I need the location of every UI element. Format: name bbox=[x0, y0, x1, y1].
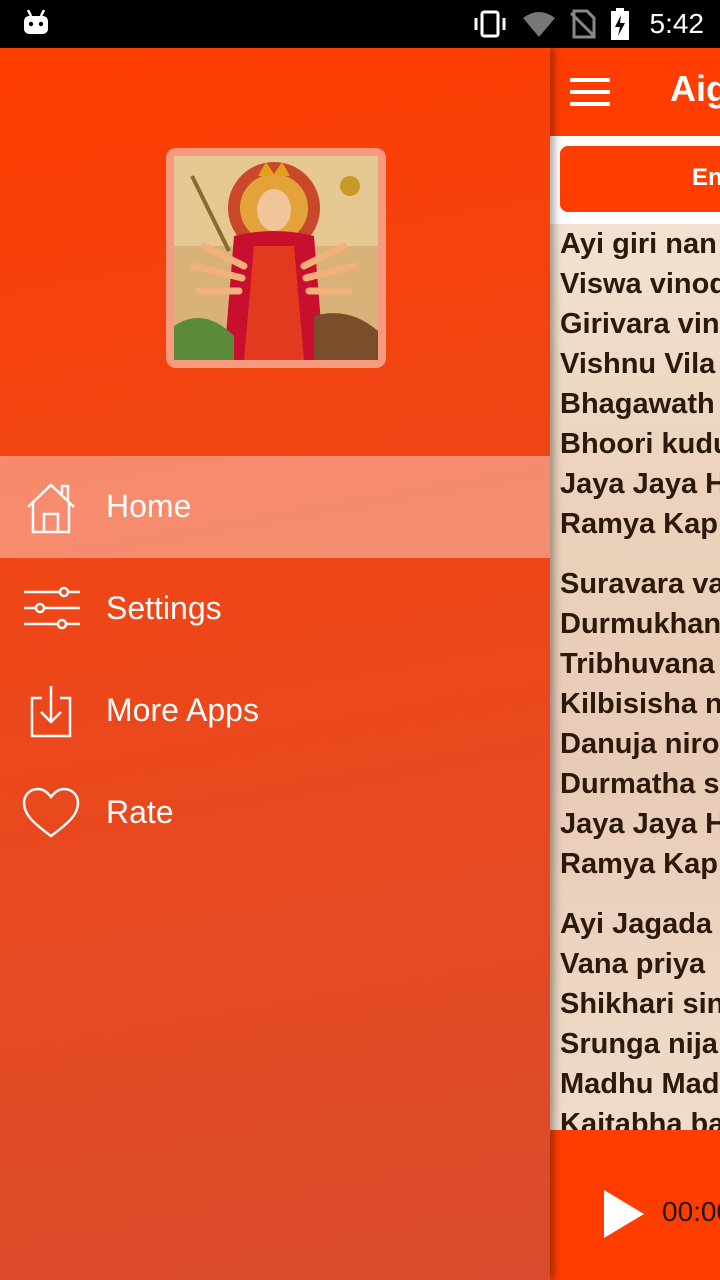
deity-image bbox=[166, 148, 386, 368]
lyric-line: Vishnu Vila bbox=[560, 348, 716, 380]
app-toolbar: Aig bbox=[550, 48, 720, 136]
audio-player: 00:00 bbox=[550, 1130, 720, 1280]
lyric-line: Kilbisisha n bbox=[560, 688, 720, 720]
battery-charging-icon bbox=[610, 8, 629, 40]
lyric-line: Jaya Jaya H bbox=[560, 808, 720, 840]
drawer-menu: Home Settings More Apps Rate bbox=[0, 456, 550, 864]
android-debug-icon bbox=[24, 9, 48, 34]
lyric-line: Kaitabha ba bbox=[560, 1108, 720, 1130]
lyrics-view[interactable]: Ayi giri nan Viswa vinod Girivara vin Vi… bbox=[550, 224, 720, 1130]
lyric-line: Vana priya bbox=[560, 948, 706, 980]
drawer-item-settings[interactable]: Settings bbox=[0, 558, 550, 660]
drawer-item-label: Settings bbox=[106, 590, 222, 626]
lyric-line: Ayi Jagada bbox=[560, 908, 713, 940]
lyric-line: Durmatha s bbox=[560, 768, 720, 800]
drawer-item-label: More Apps bbox=[106, 692, 259, 728]
lyric-line: Danuja niro bbox=[560, 728, 720, 760]
main-screen: Aig En Ayi giri nan Viswa vinod Girivara… bbox=[550, 48, 720, 1280]
player-time: 00:00 bbox=[662, 1196, 720, 1227]
home-icon bbox=[27, 483, 75, 534]
status-time: 5:42 bbox=[649, 8, 705, 39]
drawer-item-label: Rate bbox=[106, 794, 174, 830]
drawer-item-more-apps[interactable]: More Apps bbox=[0, 660, 550, 762]
lyric-line: Girivara vin bbox=[560, 308, 720, 340]
navigation-drawer: Home Settings More Apps Rate bbox=[0, 48, 550, 1280]
drawer-header bbox=[0, 48, 550, 456]
app-title: Aig bbox=[670, 68, 720, 109]
lyric-line: Durmukhan bbox=[560, 608, 720, 640]
hamburger-menu-icon[interactable] bbox=[570, 78, 610, 106]
lyric-line: Madhu Mad bbox=[560, 1068, 720, 1100]
lyric-line: Ayi giri nan bbox=[560, 228, 717, 260]
drawer-item-label: Home bbox=[106, 488, 192, 524]
wifi-icon bbox=[522, 12, 555, 37]
lyric-line: Jaya Jaya H bbox=[560, 468, 720, 500]
lyric-line: Suravara va bbox=[560, 568, 720, 600]
lyric-line: Ramya Kap bbox=[560, 508, 718, 540]
lyric-line: Ramya Kap bbox=[560, 848, 718, 880]
lyric-line: Bhagawath bbox=[560, 388, 715, 420]
language-bar: En bbox=[550, 136, 720, 224]
no-sim-icon bbox=[569, 9, 596, 39]
english-button[interactable]: En bbox=[560, 146, 720, 212]
english-button-label: En bbox=[692, 164, 720, 191]
drawer-item-rate[interactable]: Rate bbox=[0, 762, 550, 864]
status-bar: 5:42 bbox=[0, 0, 720, 48]
play-icon[interactable] bbox=[604, 1190, 644, 1238]
vibrate-icon bbox=[474, 10, 505, 38]
lyric-line: Srunga nija bbox=[560, 1028, 718, 1060]
goddess-durga-picture bbox=[174, 156, 378, 360]
download-icon bbox=[30, 686, 72, 738]
drawer-item-home[interactable]: Home bbox=[0, 456, 550, 558]
settings-sliders-icon bbox=[24, 586, 80, 630]
lyric-line: Tribhuvana bbox=[560, 648, 715, 680]
lyric-line: Shikhari sin bbox=[560, 988, 720, 1020]
heart-icon bbox=[22, 787, 80, 838]
lyric-line: Viswa vinod bbox=[560, 268, 720, 300]
lyric-line: Bhoori kudu bbox=[560, 428, 720, 460]
